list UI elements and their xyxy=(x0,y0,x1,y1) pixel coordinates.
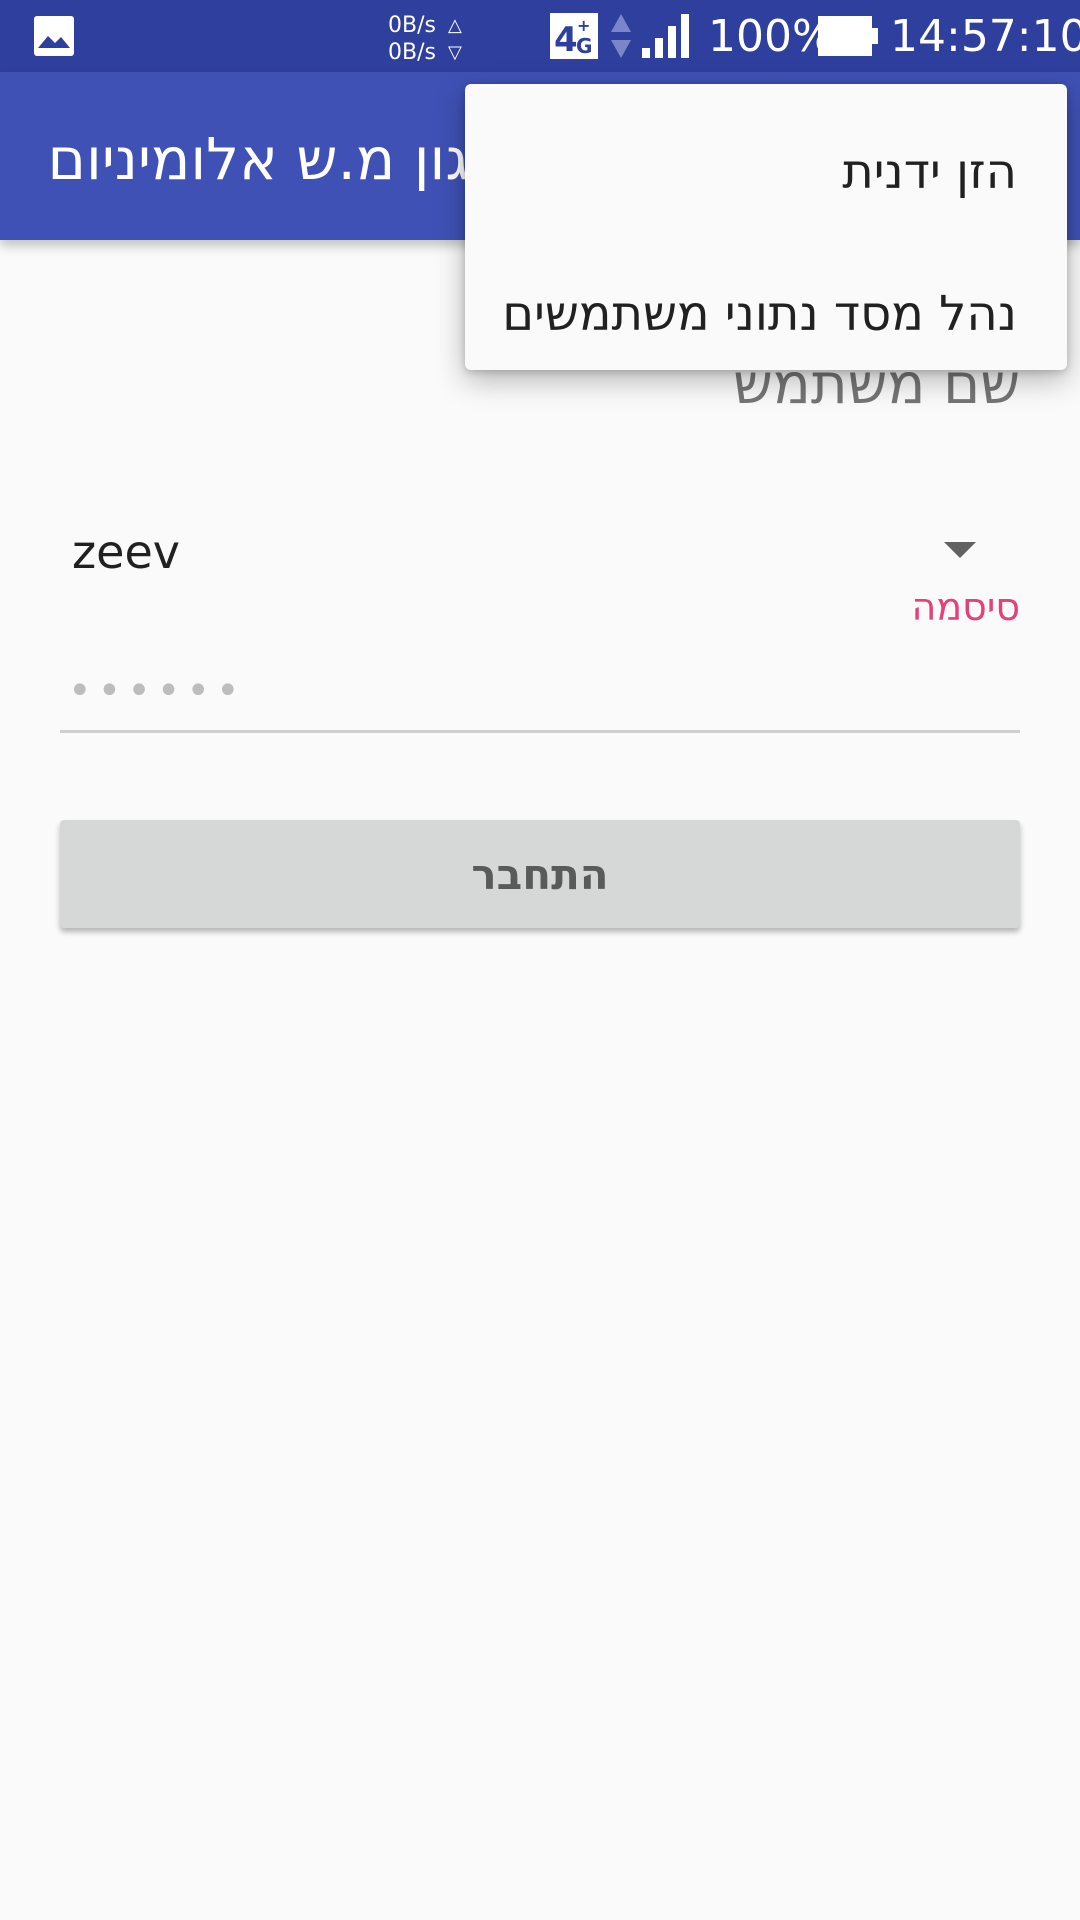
svg-text:G: G xyxy=(576,34,592,58)
menu-item-manual-entry[interactable]: הזן ידנית xyxy=(515,122,1017,222)
download-arrow-icon: ▽ xyxy=(447,42,462,63)
data-activity-icon xyxy=(611,14,631,58)
dropdown-arrow-icon xyxy=(944,542,976,558)
signal-icon xyxy=(642,14,689,58)
battery-icon xyxy=(818,16,878,56)
status-bar: 0B/s △ 0B/s ▽ 4 + G 100% 14:57:10 xyxy=(0,0,1080,72)
svg-text:4: 4 xyxy=(554,20,578,59)
password-label: סיסמה xyxy=(911,585,1020,629)
upload-arrow-icon: △ xyxy=(447,15,462,36)
login-button[interactable]: התחבר xyxy=(60,820,1020,928)
password-field[interactable]: •••••• xyxy=(60,650,1020,733)
status-time: 14:57:10 xyxy=(890,11,1080,62)
svg-text:+: + xyxy=(577,16,590,35)
upload-speed: 0B/s xyxy=(388,13,436,38)
username-spinner[interactable]: zeev xyxy=(60,520,1020,586)
username-value: zeev xyxy=(72,525,180,579)
image-icon xyxy=(34,16,74,56)
network-4g-icon: 4 + G xyxy=(550,13,598,59)
download-speed: 0B/s xyxy=(388,40,436,65)
password-masked-value: •••••• xyxy=(68,668,246,714)
network-speed: 0B/s △ 0B/s ▽ xyxy=(388,12,462,66)
app-title-container: אגון מ.ש אלומיניום xyxy=(48,124,468,194)
app-title: אגון מ.ש אלומיניום xyxy=(48,125,468,193)
menu-item-manage-users-db[interactable]: נהל מסד נתוני משתמשים xyxy=(502,264,1017,364)
overflow-menu: הזן ידנית נהל מסד נתוני משתמשים xyxy=(465,84,1067,370)
battery-percent: 100% xyxy=(708,11,834,62)
